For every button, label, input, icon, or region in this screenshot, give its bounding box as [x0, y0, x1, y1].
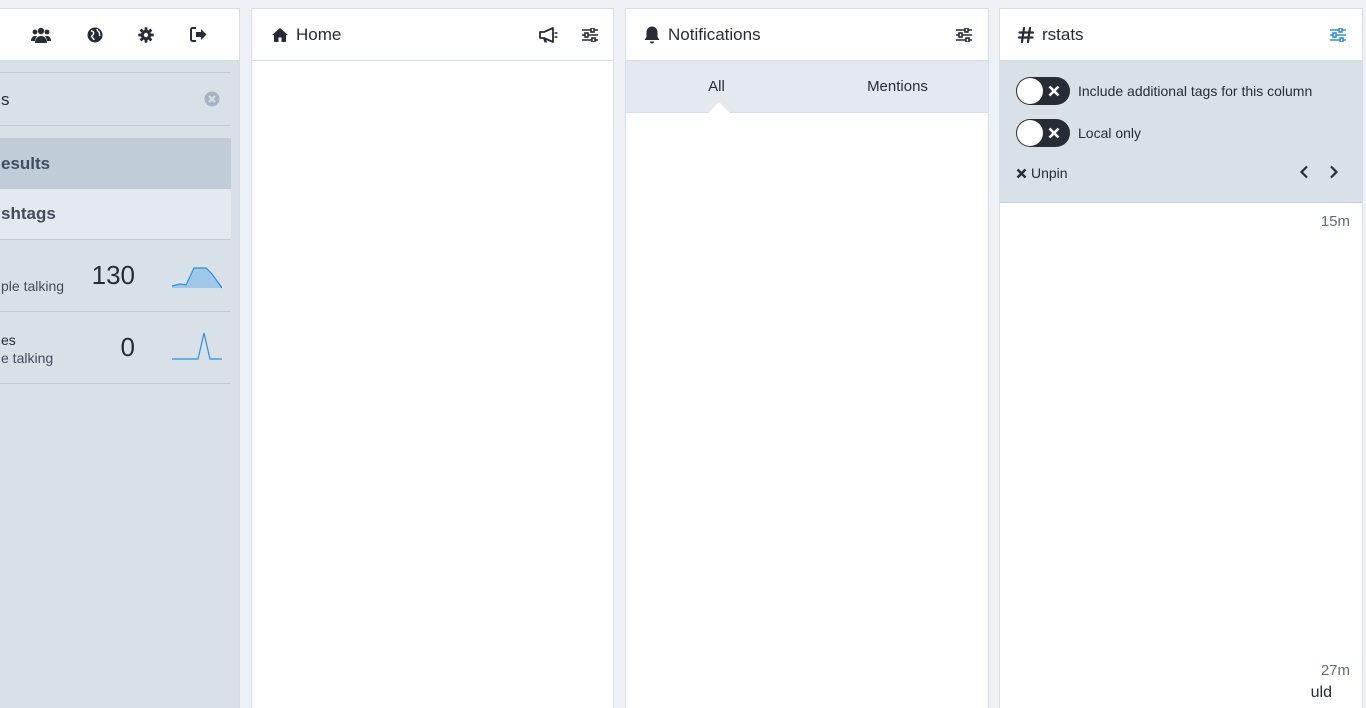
hashtag-people-talking: ple talking — [1, 278, 65, 294]
status-timestamp[interactable]: 27m — [1321, 662, 1350, 679]
toggle-additional-tags[interactable] — [1016, 77, 1070, 105]
hashtag-row[interactable]: es e talking 0 — [0, 312, 231, 384]
status-text-partial: uld — [1310, 684, 1332, 701]
notifications-title: Notifications — [668, 24, 761, 44]
home-title: Home — [296, 24, 342, 44]
settings-sliders-icon[interactable] — [582, 27, 598, 42]
unpin-button[interactable]: Unpin — [1016, 165, 1068, 181]
close-icon — [1016, 168, 1027, 178]
announcements-icon[interactable] — [539, 26, 558, 43]
logout-icon[interactable] — [190, 27, 207, 42]
home-header[interactable]: Home — [252, 9, 613, 61]
hashtag-count: 130 — [91, 260, 135, 290]
gear-icon[interactable] — [138, 26, 155, 43]
toggle-local-only[interactable] — [1016, 119, 1070, 147]
drawer-column: s esults shtags ple talking 130 es e tal… — [0, 8, 240, 708]
search-results: esults shtags ple talking 130 es e talki… — [0, 138, 231, 384]
hashtag-people-talking: e talking — [1, 350, 54, 366]
notifications-header[interactable]: Notifications — [626, 9, 988, 61]
column-settings: Include additional tags for this column … — [1000, 61, 1362, 203]
hashtag-column: rstats Include additional tags for this … — [999, 8, 1363, 708]
hashtag-sparkline — [172, 332, 222, 360]
notification-tabs: All Mentions — [626, 61, 988, 113]
people-icon[interactable] — [30, 27, 51, 43]
active-tab-indicator — [708, 102, 730, 113]
settings-sliders-icon[interactable] — [956, 27, 972, 42]
status-timestamp[interactable]: 15m — [1321, 213, 1350, 230]
hashtag-header[interactable]: rstats — [1000, 9, 1362, 61]
clear-search-icon[interactable] — [204, 91, 220, 107]
toggle-local-only-label: Local only — [1078, 125, 1142, 141]
hashtags-heading: shtags — [0, 189, 231, 240]
hashtag-name: es — [1, 332, 16, 348]
toggle-additional-tags-label: Include additional tags for this column — [1078, 83, 1313, 99]
move-right-icon[interactable] — [1329, 165, 1339, 179]
notifications-column: Notifications All Mentions — [625, 8, 989, 708]
hashtag-sparkline — [172, 267, 222, 289]
globe-icon[interactable] — [87, 27, 103, 43]
drawer-header — [0, 9, 239, 61]
search-value: s — [1, 90, 10, 109]
hashtag-count: 0 — [120, 332, 135, 362]
move-left-icon[interactable] — [1299, 165, 1309, 179]
bell-icon — [644, 26, 660, 44]
results-heading: esults — [0, 138, 231, 189]
hashtag-title: rstats — [1042, 24, 1084, 44]
home-column: Home — [251, 8, 614, 708]
hashtag-row[interactable]: ple talking 130 — [0, 240, 231, 312]
tab-mentions[interactable]: Mentions — [807, 61, 988, 112]
search-input[interactable]: s — [0, 72, 231, 126]
hashtag-icon — [1018, 26, 1034, 43]
home-icon — [272, 27, 288, 42]
unpin-label: Unpin — [1031, 165, 1068, 181]
settings-sliders-icon[interactable] — [1330, 27, 1346, 42]
